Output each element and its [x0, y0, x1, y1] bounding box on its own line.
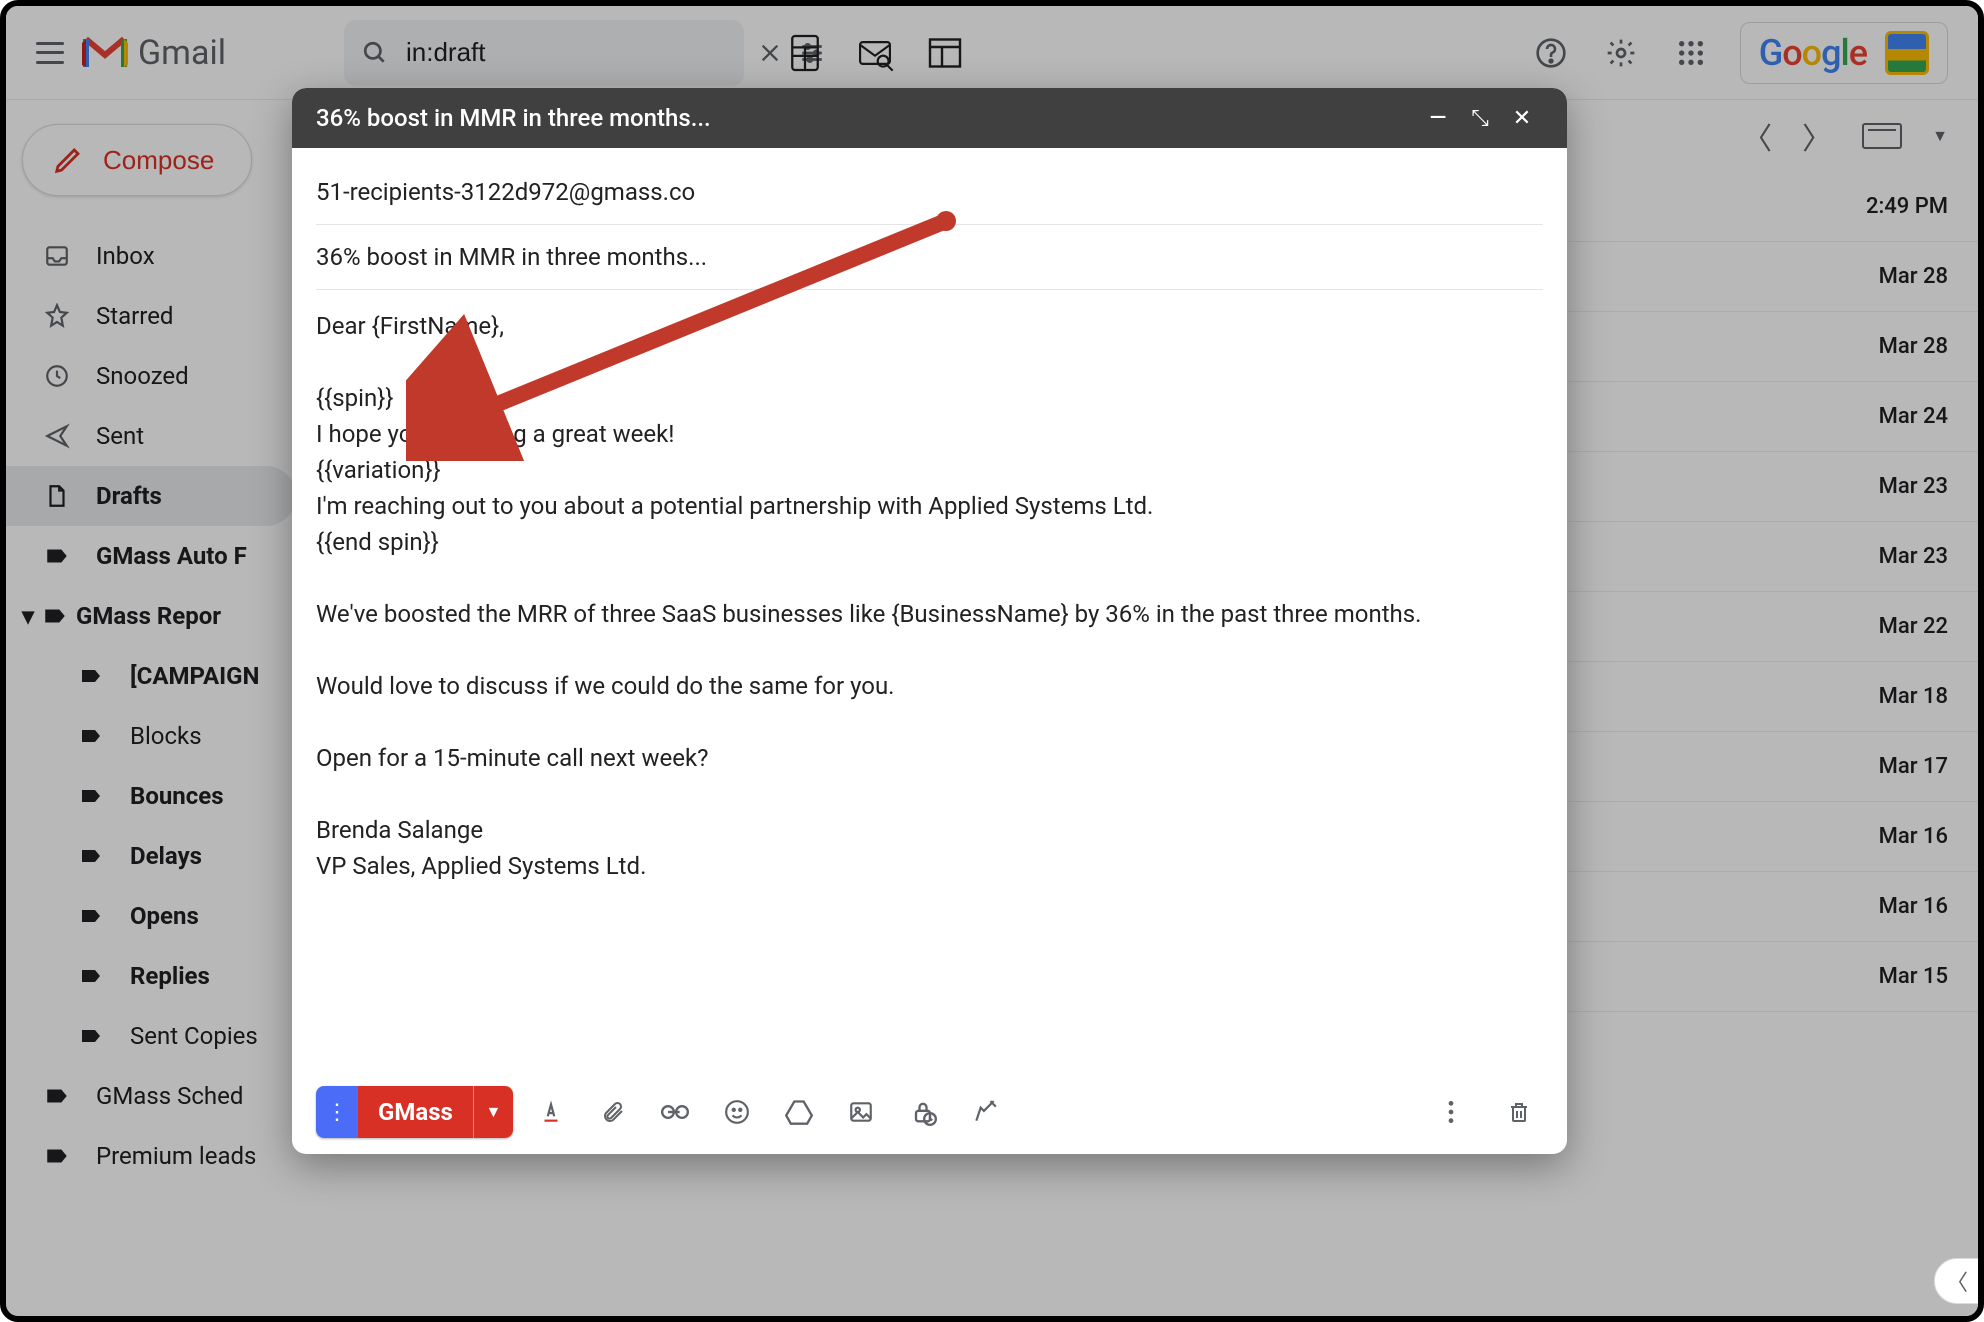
subject-field[interactable]: 36% boost in MMR in three months...	[316, 225, 1543, 290]
send-icon	[42, 423, 72, 449]
app-header: Gmail Google	[6, 6, 1978, 100]
nav-sub-bounces[interactable]: Bounces	[6, 766, 296, 826]
collapse-icon[interactable]: ⤡	[1459, 106, 1501, 131]
clock-icon	[42, 363, 72, 389]
gmass-menu-icon[interactable]: ⋮	[316, 1086, 358, 1138]
close-icon[interactable]: ✕	[1501, 106, 1543, 131]
to-field[interactable]: 51-recipients-3122d972@gmass.co	[316, 160, 1543, 225]
nav-inbox[interactable]: Inbox	[6, 226, 296, 286]
compose-window: 36% boost in MMR in three months... — ⤡ …	[292, 88, 1567, 1154]
compose-toolbar: ⋮ GMass ▼	[292, 1070, 1567, 1154]
nav-sub-delays[interactable]: Delays	[6, 826, 296, 886]
compose-titlebar[interactable]: 36% boost in MMR in three months... — ⤡ …	[292, 88, 1567, 148]
label-icon	[76, 664, 106, 688]
sheet-icon[interactable]	[784, 32, 826, 74]
attach-icon[interactable]	[589, 1088, 637, 1136]
link-icon[interactable]	[651, 1088, 699, 1136]
label-icon	[76, 844, 106, 868]
nav-sub-blocks[interactable]: Blocks	[6, 706, 296, 766]
label-icon	[42, 1143, 72, 1169]
compose-button[interactable]: Compose	[22, 124, 252, 196]
account-chip[interactable]: Google	[1740, 22, 1948, 84]
newer-button[interactable]: 〈	[1742, 114, 1772, 158]
gmail-logo[interactable]: Gmail	[82, 33, 226, 73]
label-icon	[76, 724, 106, 748]
label-icon	[76, 1024, 106, 1048]
compose-label: Compose	[103, 145, 214, 176]
settings-icon[interactable]	[1600, 32, 1642, 74]
gmail-m-icon	[82, 35, 128, 71]
emoji-icon[interactable]	[713, 1088, 761, 1136]
file-icon	[42, 483, 72, 509]
label-icon	[40, 603, 70, 629]
message-body[interactable]: Dear {FirstName}, {{spin}} I hope you're…	[316, 290, 1543, 884]
nav-snoozed[interactable]: Snoozed	[6, 346, 296, 406]
nav-sent[interactable]: Sent	[6, 406, 296, 466]
mail-search-icon[interactable]	[854, 32, 896, 74]
image-icon[interactable]	[837, 1088, 885, 1136]
inbox-icon	[42, 243, 72, 269]
search-bar[interactable]	[344, 20, 744, 86]
search-icon[interactable]	[362, 32, 388, 74]
sidebar: Compose Inbox Starred Snoozed Sent Draft…	[6, 100, 296, 1316]
side-panel-toggle[interactable]: 〈	[1934, 1258, 1980, 1304]
more-options-icon[interactable]	[1427, 1088, 1475, 1136]
nav-gmass-sched[interactable]: GMass Sched	[6, 1066, 296, 1126]
google-logo: Google	[1759, 32, 1867, 74]
nav-sub-campaign[interactable]: [CAMPAIGN	[6, 646, 296, 706]
label-icon	[76, 964, 106, 988]
template-icon[interactable]	[924, 32, 966, 74]
main-menu-button[interactable]	[36, 42, 64, 64]
extension-icons	[784, 32, 966, 74]
nav-sub-opens[interactable]: Opens	[6, 886, 296, 946]
label-icon	[76, 784, 106, 808]
label-icon	[76, 904, 106, 928]
nav-list: Inbox Starred Snoozed Sent Drafts GMass …	[6, 226, 296, 1186]
nav-sub-sentcopies[interactable]: Sent Copies	[6, 1006, 296, 1066]
formatting-icon[interactable]	[527, 1088, 575, 1136]
drive-icon[interactable]	[775, 1088, 823, 1136]
gmass-dropdown-icon[interactable]: ▼	[473, 1086, 513, 1138]
account-avatar[interactable]	[1885, 31, 1929, 75]
label-icon	[42, 1083, 72, 1109]
nav-starred[interactable]: Starred	[6, 286, 296, 346]
gmail-wordmark: Gmail	[138, 33, 226, 73]
nav-sub-replies[interactable]: Replies	[6, 946, 296, 1006]
nav-drafts[interactable]: Drafts	[6, 466, 296, 526]
caret-down-icon: ▾	[22, 602, 34, 630]
input-tools-icon[interactable]	[1862, 123, 1902, 149]
input-tools-dropdown[interactable]: ▼	[1932, 126, 1948, 146]
support-icon[interactable]	[1530, 32, 1572, 74]
nav-premium-leads[interactable]: Premium leads	[6, 1126, 296, 1186]
clear-search-icon[interactable]	[759, 32, 781, 74]
pencil-icon	[53, 145, 83, 175]
label-icon	[42, 543, 72, 569]
apps-grid-icon[interactable]	[1670, 32, 1712, 74]
discard-icon[interactable]	[1495, 1088, 1543, 1136]
compose-title: 36% boost in MMR in three months...	[316, 104, 1417, 132]
nav-gmass-reports[interactable]: ▾GMass Repor	[6, 586, 296, 646]
gmass-label[interactable]: GMass	[358, 1086, 473, 1138]
older-button[interactable]: 〉	[1802, 114, 1832, 158]
search-input[interactable]	[406, 37, 741, 68]
minimize-icon[interactable]: —	[1417, 106, 1459, 131]
star-icon	[42, 303, 72, 329]
nav-gmass-auto[interactable]: GMass Auto F	[6, 526, 296, 586]
gmass-send-button[interactable]: ⋮ GMass ▼	[316, 1086, 513, 1138]
signature-icon[interactable]	[961, 1088, 1009, 1136]
confidential-icon[interactable]	[899, 1088, 947, 1136]
